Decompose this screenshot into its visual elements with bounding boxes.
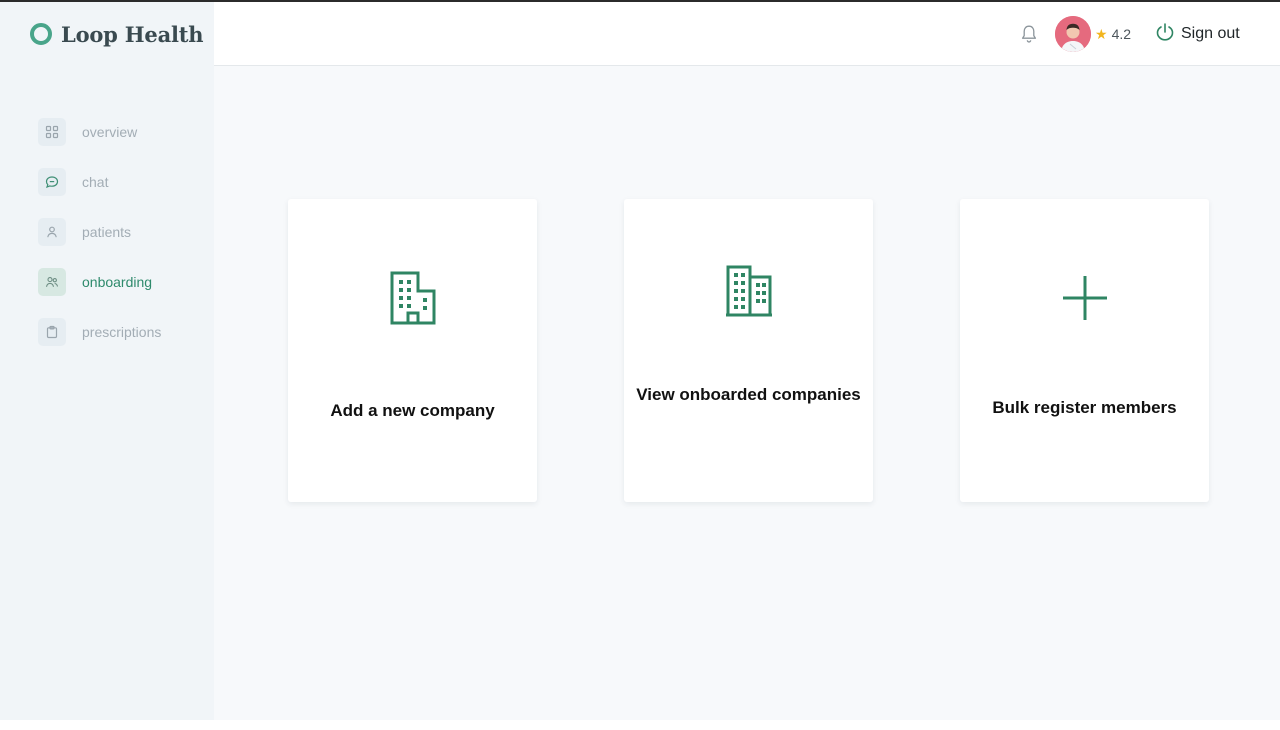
card-label: Bulk register members [992,398,1177,417]
sidebar-item-patients[interactable]: patients [38,218,208,246]
sidebar-item-chat[interactable]: chat [38,168,208,196]
sidebar-item-label: overview [82,124,138,140]
power-icon [1155,22,1175,47]
add-company-card[interactable]: Add a new company [288,199,537,502]
bulk-register-card[interactable]: Bulk register members [960,199,1209,502]
sidebar-item-prescriptions[interactable]: prescriptions [38,318,208,346]
logo-ring-icon [30,23,52,45]
grid-icon [38,118,66,146]
sidebar-item-label: onboarding [82,274,153,290]
chat-bubble-icon [38,168,66,196]
sidebar-item-label: chat [82,174,109,190]
card-label: Add a new company [330,401,495,420]
bottom-band [0,720,1280,730]
sign-out-button[interactable]: Sign out [1155,22,1240,46]
sidebar: Loop Health overview chat patients onboa… [0,2,214,720]
sidebar-item-overview[interactable]: overview [38,118,208,146]
user-icon [38,218,66,246]
plus-icon [1061,274,1109,327]
bell-icon[interactable] [1019,23,1039,45]
sidebar-item-onboarding[interactable]: onboarding [38,268,208,296]
brand-logo[interactable]: Loop Health [30,20,204,48]
star-icon: ★ [1095,26,1108,42]
top-header: ★ 4.2 Sign out [214,2,1280,66]
sidebar-item-label: patients [82,224,132,240]
buildings-icon [725,265,772,322]
sidebar-nav: overview chat patients onboarding prescr… [38,118,208,368]
clipboard-icon [38,318,66,346]
building-icon [390,271,436,330]
avatar[interactable] [1055,16,1091,52]
sidebar-item-label: prescriptions [82,324,162,340]
users-icon [38,268,66,296]
rating-value: 4.2 [1111,26,1132,42]
brand-name: Loop Health [61,21,204,47]
card-label: View onboarded companies [636,385,861,404]
sign-out-label: Sign out [1181,25,1240,42]
user-rating: ★ 4.2 [1095,24,1131,44]
view-companies-card[interactable]: View onboarded companies [624,199,873,502]
